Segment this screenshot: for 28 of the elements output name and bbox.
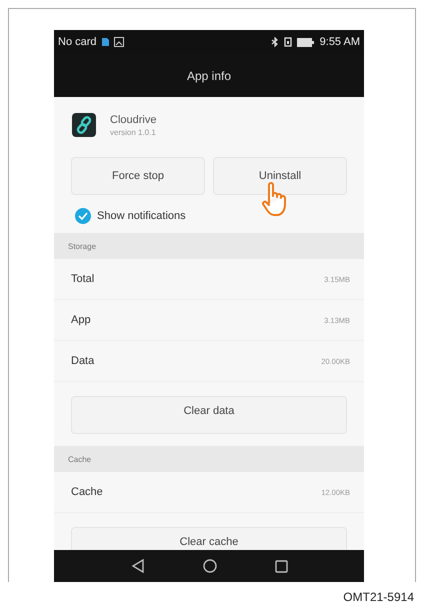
checkmark-icon [78,212,88,220]
back-icon[interactable] [130,559,144,573]
vibrate-icon [282,37,293,47]
storage-label: Cache [71,486,103,498]
app-name: Cloudrive [110,114,156,126]
sim-card-icon [100,37,110,47]
home-icon[interactable] [202,559,216,573]
recents-icon[interactable] [274,560,288,572]
action-button[interactable]: Force stop [71,157,205,195]
carrier-text: No card [58,36,97,48]
app-icon [72,113,96,137]
app-version: version 1.0.1 [110,128,156,136]
storage-label: Data [71,355,94,367]
storage-label: Total [71,273,94,285]
section-title: Storage [68,242,96,250]
figure-caption: OMT21-5914 [342,590,415,604]
battery-icon [296,38,314,46]
bluetooth-icon [270,37,279,47]
notifications-label: Show notifications [97,210,186,222]
action-button[interactable]: Uninstall [213,157,347,195]
screen-title: App info [186,68,232,82]
clock-text: 9:55 AM [320,36,360,48]
notifications-checkbox[interactable] [75,208,91,224]
storage-label: App [71,314,91,326]
section-title: Cache [68,454,92,464]
clear-button[interactable]: Clear data [71,396,347,434]
clear-button[interactable]: Clear cache [71,527,347,550]
image-icon [114,37,124,47]
